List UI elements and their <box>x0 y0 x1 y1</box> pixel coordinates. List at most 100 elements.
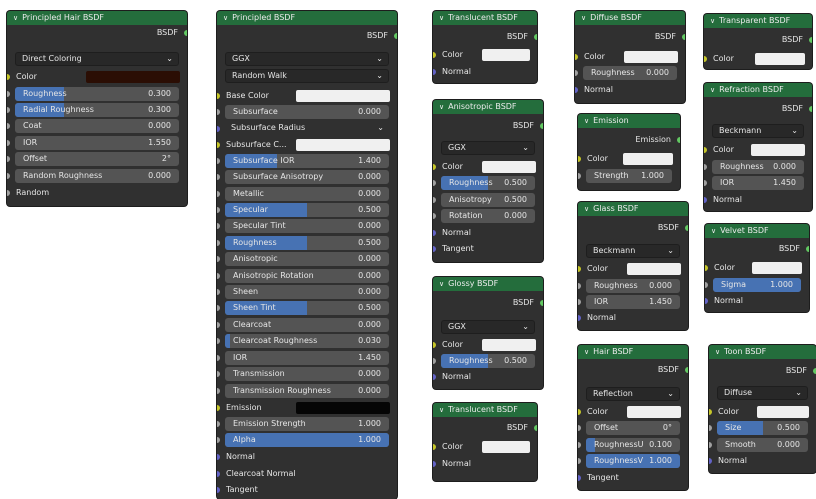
node-anisotropic-bsdf[interactable]: ∨ Anisotropic BSDF BSDF GGX ⌄ Color Roughn… <box>433 100 543 262</box>
input-socket[interactable] <box>705 265 708 271</box>
anisotropy-slider[interactable]: Anisotropy 0.500 <box>441 193 535 207</box>
input-socket[interactable] <box>433 164 436 170</box>
collapse-chevron-icon[interactable]: ∨ <box>439 403 444 417</box>
specular-tint-slider[interactable]: Specular Tint 0.000 <box>225 219 389 233</box>
input-socket[interactable] <box>433 197 436 203</box>
distribution-dropdown[interactable]: GGX ⌄ <box>441 320 535 334</box>
node-header[interactable]: ∨ Principled BSDF <box>217 11 397 25</box>
clearcoat-roughness-slider[interactable]: Clearcoat Roughness 0.030 <box>225 334 389 348</box>
strength-field[interactable]: Strength 1.000 <box>586 169 672 183</box>
component-dropdown[interactable]: Diffuse ⌄ <box>717 386 808 400</box>
input-socket[interactable] <box>704 164 707 170</box>
distribution-dropdown[interactable]: GGX ⌄ <box>441 141 535 155</box>
input-socket[interactable] <box>217 240 220 246</box>
color-swatch[interactable] <box>627 406 681 418</box>
color-swatch[interactable] <box>296 139 390 151</box>
roughness-v-slider[interactable]: RoughnessV 1.000 <box>586 454 680 468</box>
input-socket[interactable] <box>433 52 436 58</box>
collapse-chevron-icon[interactable]: ∨ <box>584 345 589 359</box>
input-socket[interactable] <box>578 425 581 431</box>
roughness-slider[interactable]: Roughness 0.500 <box>441 354 535 368</box>
input-socket[interactable] <box>217 421 220 427</box>
input-socket[interactable] <box>7 107 10 113</box>
roughness-slider[interactable]: Roughness 0.000 <box>586 279 680 293</box>
color-swatch[interactable] <box>623 153 673 165</box>
input-socket[interactable] <box>433 358 436 364</box>
input-socket[interactable] <box>578 458 581 464</box>
input-socket[interactable] <box>704 147 707 153</box>
node-header[interactable]: ∨ Refraction BSDF <box>704 83 812 97</box>
input-socket[interactable] <box>7 190 10 196</box>
smooth-slider[interactable]: Smooth 0.000 <box>717 438 808 452</box>
node-header[interactable]: ∨ Transparent BSDF <box>704 14 812 28</box>
transmission-roughness-slider[interactable]: Transmission Roughness 0.000 <box>225 384 389 398</box>
node-principled-bsdf[interactable]: ∨ Principled BSDF BSDF GGX ⌄ Random Walk ⌄ … <box>217 11 397 499</box>
input-socket[interactable] <box>575 54 578 60</box>
color-swatch[interactable] <box>624 51 678 63</box>
input-socket[interactable] <box>578 475 581 481</box>
input-socket[interactable] <box>217 273 220 279</box>
node-glass-bsdf[interactable]: ∨ Glass BSDF BSDF Beckmann ⌄ Color Roughne… <box>578 202 688 330</box>
color-swatch[interactable] <box>757 406 809 418</box>
input-socket[interactable] <box>217 174 220 180</box>
roughness-u-slider[interactable]: RoughnessU 0.100 <box>586 438 680 452</box>
input-socket[interactable] <box>433 444 436 450</box>
input-socket[interactable] <box>578 409 581 415</box>
output-socket[interactable] <box>534 34 537 40</box>
input-socket[interactable] <box>217 289 220 295</box>
input-socket[interactable] <box>217 191 220 197</box>
color-swatch[interactable] <box>482 49 530 61</box>
input-socket[interactable] <box>217 405 220 411</box>
node-diffuse-bsdf[interactable]: ∨ Diffuse BSDF BSDF Color Roughness 0.000 … <box>575 11 685 103</box>
collapse-chevron-icon[interactable]: ∨ <box>715 345 720 359</box>
ior-field[interactable]: IOR 1.550 <box>15 136 179 150</box>
rotation-slider[interactable]: Rotation 0.000 <box>441 209 535 223</box>
collapse-chevron-icon[interactable]: ∨ <box>439 100 444 114</box>
node-header[interactable]: ∨ Velvet BSDF <box>705 224 809 238</box>
input-socket[interactable] <box>433 180 436 186</box>
transmission-slider[interactable]: Transmission 0.000 <box>225 367 389 381</box>
input-socket[interactable] <box>7 123 10 129</box>
node-header[interactable]: ∨ Anisotropic BSDF <box>433 100 543 114</box>
input-socket[interactable] <box>217 454 220 460</box>
random-roughness-slider[interactable]: Random Roughness 0.000 <box>15 169 179 183</box>
input-socket[interactable] <box>217 93 220 99</box>
node-header[interactable]: ∨ Translucent BSDF <box>433 11 537 25</box>
input-socket[interactable] <box>217 256 220 262</box>
output-socket[interactable] <box>534 425 537 431</box>
sheen-tint-slider[interactable]: Sheen Tint 0.500 <box>225 301 389 315</box>
subsurface-ior-slider[interactable]: Subsurface IOR 1.400 <box>225 154 389 168</box>
input-socket[interactable] <box>709 425 712 431</box>
collapse-chevron-icon[interactable]: ∨ <box>710 83 715 97</box>
input-socket[interactable] <box>7 74 10 80</box>
color-swatch[interactable] <box>752 262 802 274</box>
input-socket[interactable] <box>578 315 581 321</box>
input-socket[interactable] <box>578 299 581 305</box>
node-header[interactable]: ∨ Translucent BSDF <box>433 403 537 417</box>
anisotropic-slider[interactable]: Anisotropic 0.000 <box>225 252 389 266</box>
subsurface-method-dropdown[interactable]: Random Walk ⌄ <box>225 69 389 83</box>
color-swatch[interactable] <box>627 263 681 275</box>
input-socket[interactable] <box>217 305 220 311</box>
roughness-slider[interactable]: Roughness 0.500 <box>225 236 389 250</box>
alpha-slider[interactable]: Alpha 1.000 <box>225 433 389 447</box>
input-socket[interactable] <box>217 158 220 164</box>
ior-field[interactable]: IOR 1.450 <box>225 351 389 365</box>
input-socket[interactable] <box>217 437 220 443</box>
node-hair-bsdf[interactable]: ∨ Hair BSDF BSDF Reflection ⌄ Color Offset… <box>578 345 688 490</box>
output-socket[interactable] <box>540 300 543 306</box>
clearcoat-slider[interactable]: Clearcoat 0.000 <box>225 318 389 332</box>
specular-slider[interactable]: Specular 0.500 <box>225 203 389 217</box>
node-translucent-bsdf[interactable]: ∨ Translucent BSDF BSDF Color Normal <box>433 403 537 481</box>
subsurface-slider[interactable]: Subsurface 0.000 <box>225 105 389 119</box>
collapse-chevron-icon[interactable]: ∨ <box>13 11 18 25</box>
color-swatch[interactable] <box>86 71 180 83</box>
input-socket[interactable] <box>578 266 581 272</box>
node-velvet-bsdf[interactable]: ∨ Velvet BSDF BSDF Color Sigma 1.000 Norma… <box>705 224 809 312</box>
collapse-chevron-icon[interactable]: ∨ <box>710 14 715 28</box>
input-socket[interactable] <box>578 173 581 179</box>
color-swatch[interactable] <box>296 402 390 414</box>
subsurface-anisotropy-slider[interactable]: Subsurface Anisotropy 0.000 <box>225 170 389 184</box>
input-socket[interactable] <box>575 70 578 76</box>
ior-field[interactable]: IOR 1.450 <box>712 176 804 190</box>
